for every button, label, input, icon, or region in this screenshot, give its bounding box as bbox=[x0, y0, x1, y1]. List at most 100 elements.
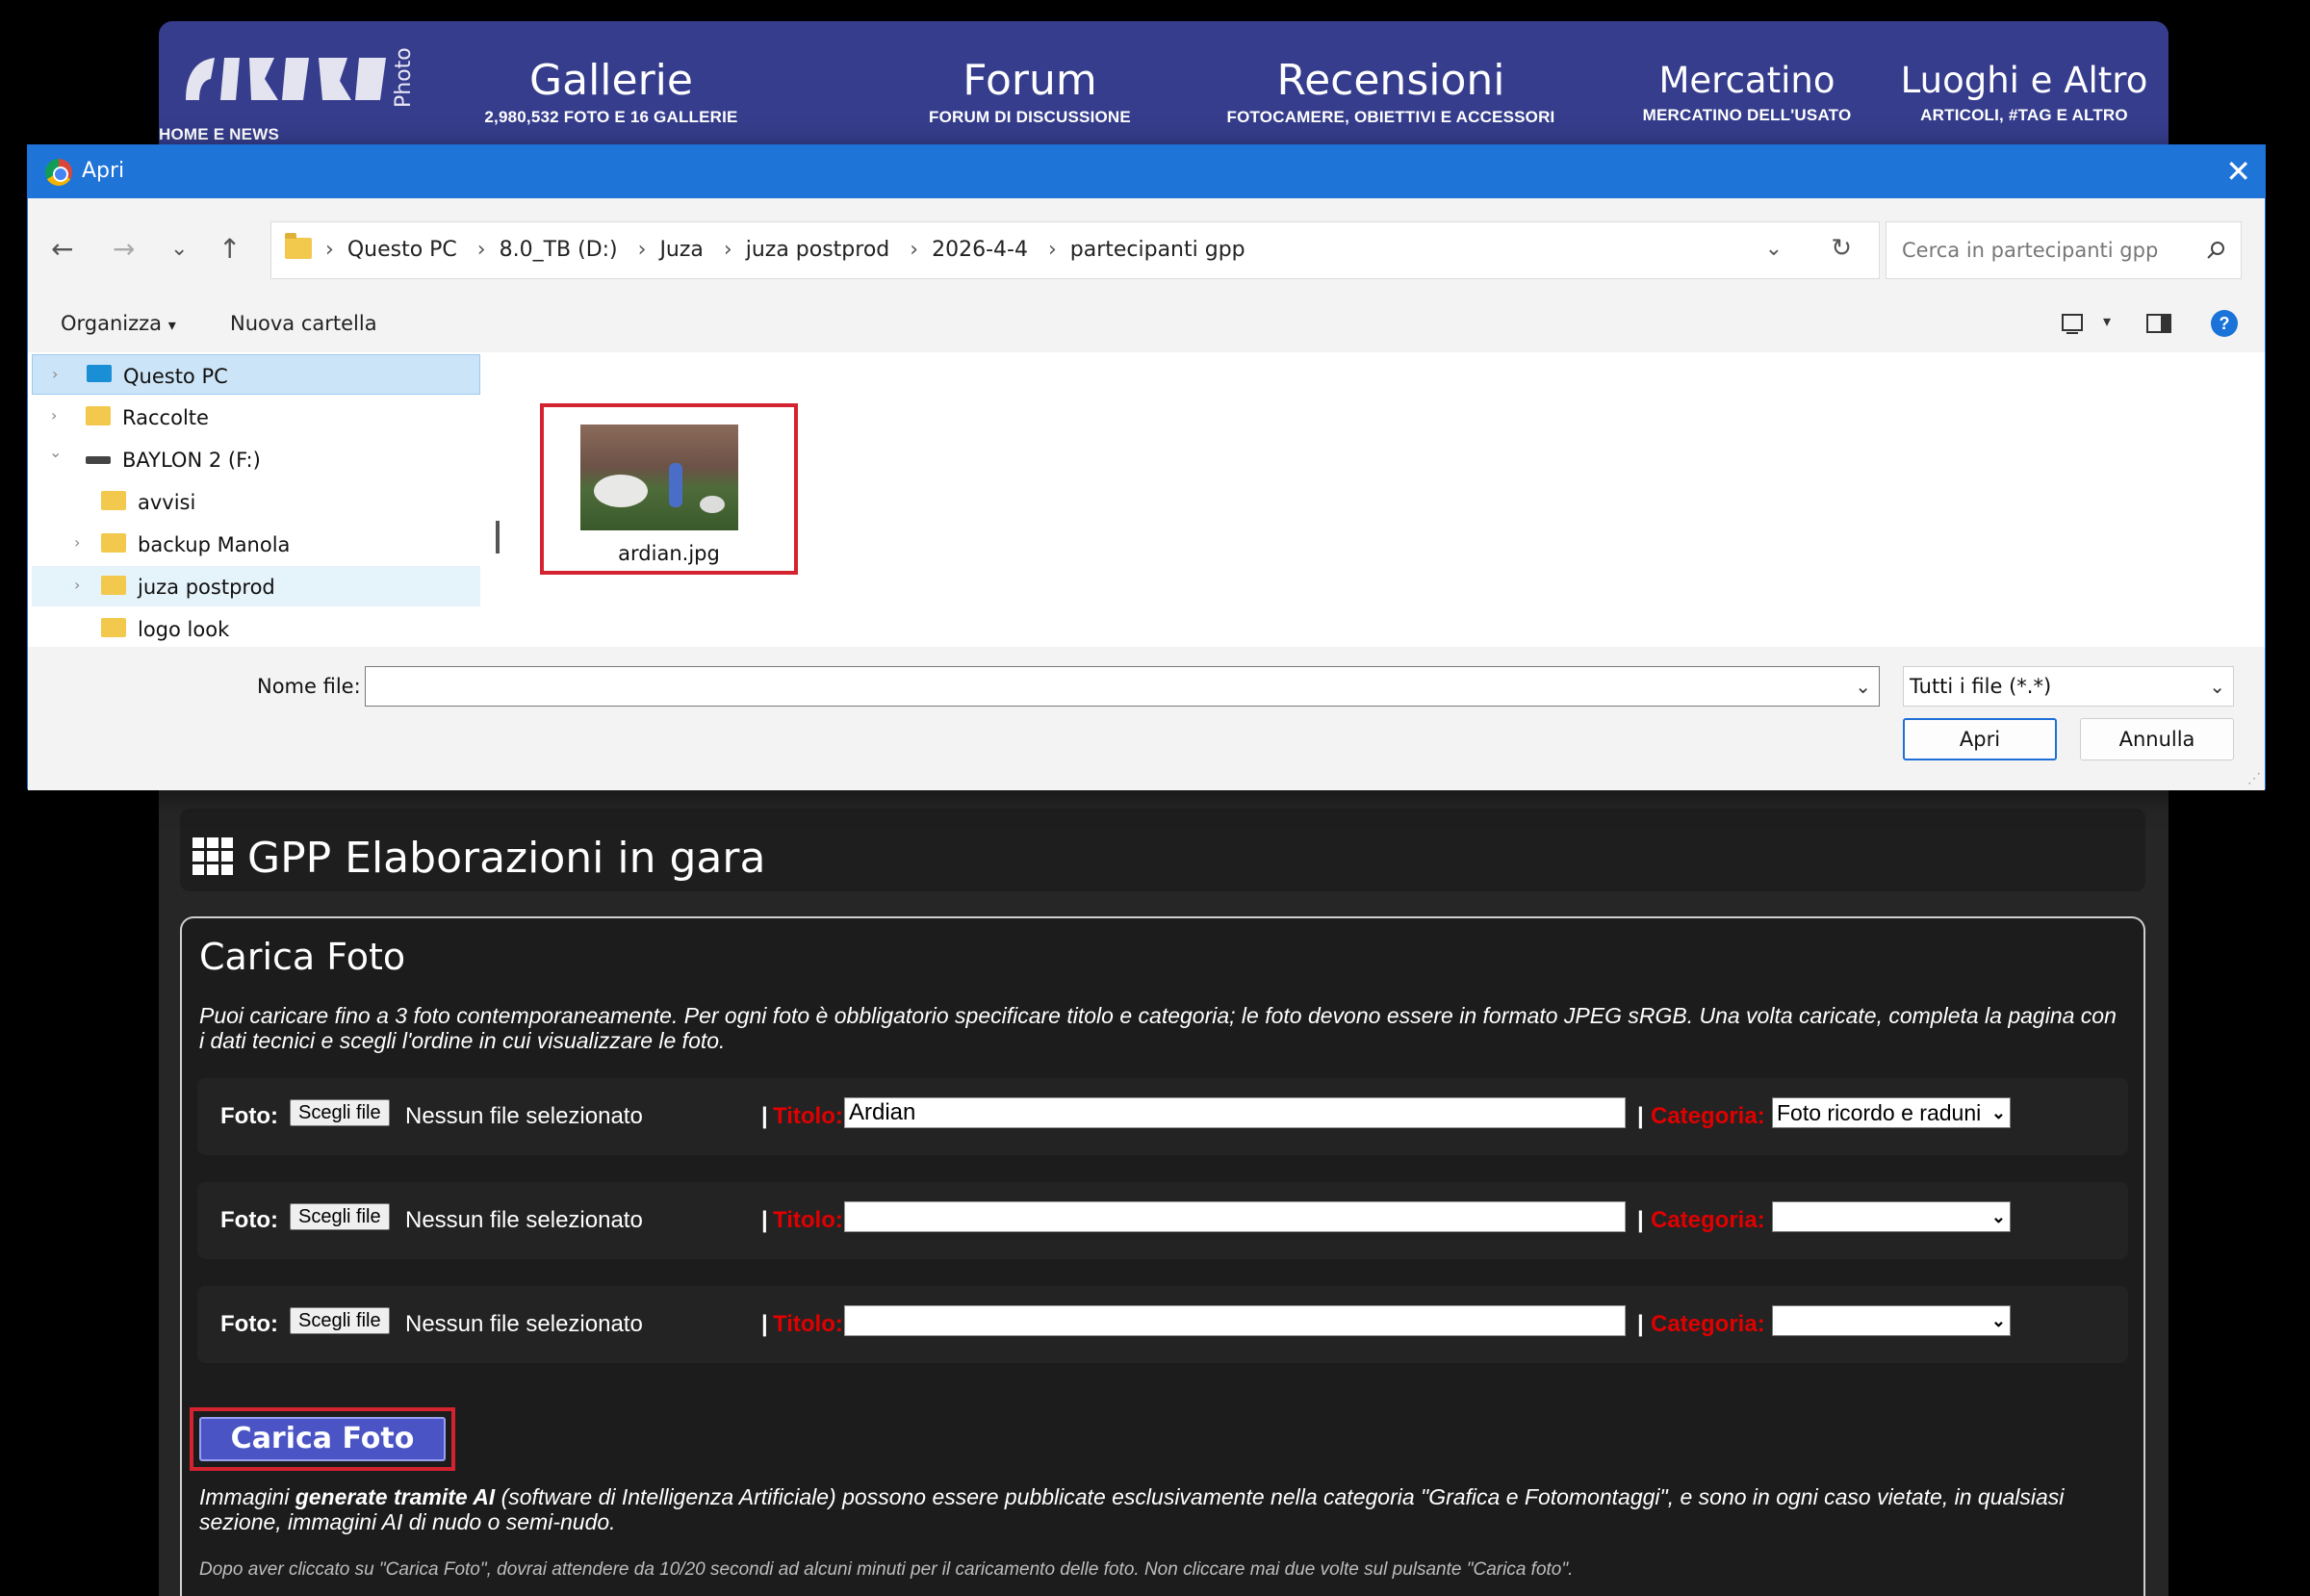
chevron-right-icon[interactable]: › bbox=[74, 533, 80, 552]
tree-item-avvisi[interactable]: avvisi bbox=[32, 481, 480, 522]
categoria-select[interactable]: ⌄ bbox=[1772, 1305, 2011, 1336]
organize-menu[interactable]: Organizza ▾ bbox=[61, 312, 176, 335]
nav-forum-sub: FORUM DI DISCUSSIONE bbox=[929, 108, 1131, 126]
wait-notice: Dopo aver cliccato su "Carica Foto", dov… bbox=[199, 1559, 1574, 1580]
chevron-right-icon[interactable]: › bbox=[51, 406, 57, 425]
choose-file-button[interactable]: Scegli file bbox=[290, 1307, 390, 1334]
close-icon[interactable]: ✕ bbox=[2225, 153, 2251, 190]
new-folder-button[interactable]: Nuova cartella bbox=[230, 312, 377, 335]
folder-icon bbox=[101, 491, 126, 510]
breadcrumb-item[interactable]: 8.0_TB (D:) bbox=[500, 238, 618, 262]
upload-description: Puoi caricare fino a 3 foto contemporane… bbox=[199, 1003, 2117, 1053]
filename-input[interactable]: ⌄ bbox=[365, 666, 1880, 707]
categoria-select[interactable]: Foto ricordo e raduni ⌄ bbox=[1772, 1097, 2011, 1128]
breadcrumb-item[interactable]: juza postprod bbox=[746, 238, 890, 262]
site-logo[interactable]: Photo HOME E NEWS bbox=[159, 35, 451, 143]
address-bar[interactable]: › Questo PC › 8.0_TB (D:) › Juza › juza post… bbox=[270, 221, 1880, 279]
tree-item-logo-look[interactable]: logo look bbox=[32, 608, 480, 647]
titolo-label: Titolo: bbox=[773, 1103, 843, 1129]
separator: | bbox=[1637, 1311, 1644, 1337]
tree-item-questo-pc[interactable]: › Questo PC bbox=[32, 354, 480, 395]
categoria-select[interactable]: ⌄ bbox=[1772, 1201, 2011, 1232]
categoria-label: Categoria: bbox=[1651, 1103, 1765, 1129]
separator: | bbox=[761, 1207, 768, 1233]
chevron-down-icon[interactable]: ⌄ bbox=[49, 443, 62, 461]
choose-file-button[interactable]: Scegli file bbox=[290, 1203, 390, 1230]
home-news-link[interactable]: HOME E NEWS bbox=[159, 125, 438, 144]
dialog-toolbar: Organizza ▾ Nuova cartella ▾ ? bbox=[28, 296, 2265, 352]
folder-icon bbox=[101, 576, 126, 595]
tree-item-backup-manola[interactable]: › backup Manola bbox=[32, 524, 480, 564]
chevron-right-icon[interactable]: › bbox=[52, 365, 58, 383]
titolo-input[interactable] bbox=[844, 1201, 1626, 1232]
tree-item-raccolte[interactable]: › Raccolte bbox=[32, 397, 480, 437]
tree-item-juza-postprod[interactable]: › juza postprod bbox=[32, 566, 480, 606]
nav-luoghi-sub: ARTICOLI, #TAG E ALTRO bbox=[1920, 106, 2128, 124]
nav-gallerie-sub: 2,980,532 FOTO E 16 GALLERIE bbox=[484, 108, 738, 126]
file-item-ardian[interactable]: ardian.jpg bbox=[540, 403, 798, 575]
folder-icon bbox=[285, 233, 312, 259]
breadcrumb-item[interactable]: Questo PC bbox=[347, 238, 457, 262]
ai-notice-prefix: Immagini bbox=[199, 1484, 295, 1509]
separator: | bbox=[1637, 1207, 1644, 1233]
forward-arrow-icon[interactable]: → bbox=[113, 233, 135, 265]
section-title: GPP Elaborazioni in gara bbox=[247, 834, 766, 883]
tree-item-label: Questo PC bbox=[123, 365, 228, 388]
tree-item-label: backup Manola bbox=[138, 533, 291, 556]
separator: | bbox=[761, 1103, 768, 1129]
sidebar-scrollbar[interactable] bbox=[496, 521, 500, 553]
open-button[interactable]: Apri bbox=[1903, 718, 2057, 760]
photo-row-2: Foto: Scegli file Nessun file selezionat… bbox=[197, 1182, 2128, 1259]
carica-foto-button[interactable]: Carica Foto bbox=[199, 1417, 446, 1461]
refresh-icon[interactable]: ↻ bbox=[1831, 234, 1852, 263]
search-input[interactable]: Cerca in partecipanti gpp bbox=[1886, 221, 2242, 279]
cancel-button[interactable]: Annulla bbox=[2080, 718, 2234, 760]
search-placeholder: Cerca in partecipanti gpp bbox=[1902, 239, 2159, 262]
chevron-down-icon[interactable]: ▾ bbox=[2103, 312, 2111, 330]
chrome-icon bbox=[45, 159, 72, 186]
filetype-select[interactable]: Tutti i file (*.*) ⌄ bbox=[1903, 666, 2234, 707]
titolo-input[interactable]: Ardian bbox=[844, 1097, 1626, 1128]
tree-item-label: logo look bbox=[138, 618, 230, 641]
chevron-right-icon[interactable]: › bbox=[74, 576, 80, 594]
chevron-down-icon[interactable]: ⌄ bbox=[1765, 236, 1783, 261]
view-mode-icon[interactable] bbox=[2061, 312, 2086, 335]
foto-label: Foto: bbox=[220, 1311, 278, 1337]
nav-forum[interactable]: Forum FORUM DI DISCUSSIONE bbox=[876, 21, 1184, 146]
resize-grip-icon[interactable]: ⋰ bbox=[2247, 770, 2261, 786]
ai-notice: Immagini generate tramite AI (software d… bbox=[199, 1484, 2130, 1534]
chevron-down-icon: ▾ bbox=[167, 316, 176, 334]
chevron-down-icon[interactable]: ⌄ bbox=[1855, 675, 1871, 699]
nav-gallerie[interactable]: Gallerie 2,980,532 FOTO E 16 GALLERIE bbox=[448, 21, 775, 146]
recent-locations-chevron-icon[interactable]: ⌄ bbox=[170, 237, 188, 261]
preview-pane-icon[interactable] bbox=[2145, 312, 2172, 335]
nav-luoghi[interactable]: Luoghi e Altro ARTICOLI, #TAG E ALTRO bbox=[1899, 21, 2149, 146]
dialog-navbar: ← → ⌄ ↑ › Questo PC › 8.0_TB (D:) › Juza › j… bbox=[28, 198, 2265, 296]
nav-luoghi-title: Luoghi e Altro bbox=[1900, 60, 2148, 101]
nav-mercatino[interactable]: Mercatino MERCATINO DELL'USATO bbox=[1631, 21, 1862, 146]
nav-gallerie-title: Gallerie bbox=[529, 56, 693, 105]
tree-item-baylon[interactable]: ⌄ BAYLON 2 (F:) bbox=[32, 439, 480, 479]
separator: | bbox=[1637, 1103, 1644, 1129]
dialog-title: Apri bbox=[82, 159, 125, 183]
dialog-titlebar[interactable]: Apri ✕ bbox=[28, 145, 2265, 198]
photo-row-1: Foto: Scegli file Nessun file selezionat… bbox=[197, 1078, 2128, 1155]
screen: Photo HOME E NEWS Gallerie 2,980,532 FOT… bbox=[0, 0, 2310, 1596]
nav-recensioni[interactable]: Recensioni FOTOCAMERE, OBIETTIVI E ACCES… bbox=[1218, 21, 1564, 146]
help-icon[interactable]: ? bbox=[2211, 310, 2238, 337]
breadcrumb-item[interactable]: Juza bbox=[659, 238, 703, 262]
breadcrumb-item[interactable]: partecipanti gpp bbox=[1070, 238, 1245, 262]
choose-file-button[interactable]: Scegli file bbox=[290, 1099, 390, 1126]
titolo-input[interactable] bbox=[844, 1305, 1626, 1336]
up-arrow-icon[interactable]: ↑ bbox=[218, 233, 241, 265]
tree-item-label: juza postprod bbox=[138, 576, 275, 599]
nav-recensioni-title: Recensioni bbox=[1276, 56, 1505, 105]
chevron-down-icon: ⌄ bbox=[1990, 1311, 2006, 1330]
foto-label: Foto: bbox=[220, 1207, 278, 1233]
back-arrow-icon[interactable]: ← bbox=[51, 233, 73, 265]
filetype-value: Tutti i file (*.*) bbox=[1910, 675, 2052, 698]
no-file-text: Nessun file selezionato bbox=[405, 1207, 643, 1233]
ai-notice-bold: generate tramite AI bbox=[295, 1484, 496, 1509]
breadcrumb-item[interactable]: 2026-4-4 bbox=[932, 238, 1028, 262]
folder-icon bbox=[101, 533, 126, 553]
